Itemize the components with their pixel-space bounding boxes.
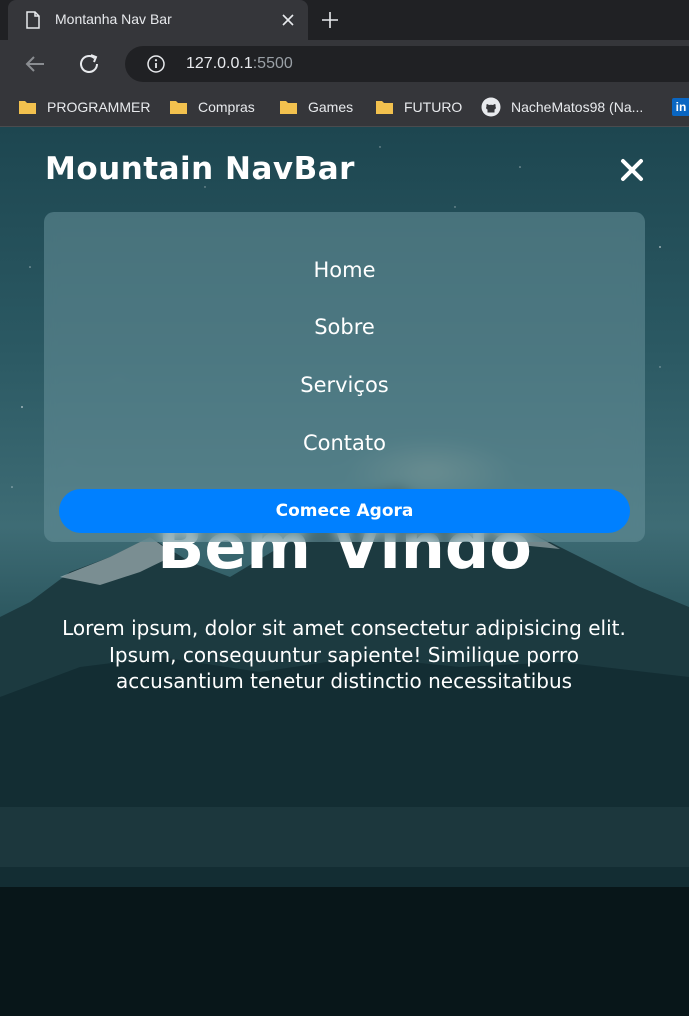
page-viewport: Mountain NavBar Bem Vindo Lorem ipsum, d… bbox=[0, 127, 689, 1016]
close-tab-icon[interactable] bbox=[281, 13, 295, 27]
bookmark-linkedin[interactable]: in bbox=[672, 97, 689, 117]
hero-text: Lorem ipsum, dolor sit amet consectetur … bbox=[44, 615, 644, 695]
linkedin-label: in bbox=[675, 100, 687, 114]
bookmark-games[interactable]: Games bbox=[279, 97, 353, 117]
bookmark-label: Games bbox=[308, 99, 354, 115]
folder-icon bbox=[19, 101, 36, 114]
bookmark-label: PROGRAMMER bbox=[47, 99, 151, 115]
folder-icon bbox=[170, 101, 187, 114]
bookmark-futuro[interactable]: FUTURO bbox=[375, 97, 462, 117]
browser-tab[interactable]: Montanha Nav Bar bbox=[8, 0, 308, 40]
bookmark-compras[interactable]: Compras bbox=[169, 97, 255, 117]
nav-item-home[interactable]: Home bbox=[44, 258, 645, 282]
browser-tabstrip: Montanha Nav Bar bbox=[0, 0, 689, 40]
bookmark-programmer[interactable]: PROGRAMMER bbox=[18, 97, 150, 117]
folder-icon bbox=[280, 101, 297, 114]
url-host: 127.0.0.1 bbox=[186, 55, 253, 72]
linkedin-icon: in bbox=[672, 98, 689, 116]
bookmark-github[interactable]: NacheMatos98 (Na... bbox=[481, 97, 643, 117]
hero-text-line-1: Lorem ipsum, dolor sit amet consectetur … bbox=[62, 616, 626, 640]
get-started-button[interactable]: Comece Agora bbox=[59, 489, 630, 533]
brand-logo[interactable]: Mountain NavBar bbox=[45, 151, 355, 187]
back-arrow-icon[interactable] bbox=[22, 52, 48, 76]
nav-item-contato[interactable]: Contato bbox=[44, 431, 645, 455]
bookmark-label: NacheMatos98 (Na... bbox=[511, 99, 644, 115]
nav-menu-panel: Home Sobre Serviços Contato Comece Agora bbox=[44, 212, 645, 542]
close-menu-icon[interactable] bbox=[619, 157, 645, 183]
url-port: :5500 bbox=[252, 55, 293, 72]
folder-icon bbox=[376, 101, 393, 114]
reload-icon[interactable] bbox=[77, 52, 103, 76]
url-text[interactable]: 127.0.0.1:5500 bbox=[186, 55, 293, 73]
bookmark-label: FUTURO bbox=[404, 99, 463, 115]
bookmark-label: Compras bbox=[198, 99, 255, 115]
document-icon bbox=[26, 11, 40, 29]
info-icon[interactable] bbox=[147, 55, 165, 73]
hero-text-line-2: Ipsum, consequuntur sapiente! Similique … bbox=[108, 642, 580, 694]
new-tab-icon[interactable] bbox=[320, 10, 340, 30]
tab-title: Montanha Nav Bar bbox=[55, 11, 172, 27]
address-bar[interactable]: 127.0.0.1:5500 bbox=[125, 46, 689, 82]
nav-item-sobre[interactable]: Sobre bbox=[44, 315, 645, 339]
nav-item-servicos[interactable]: Serviços bbox=[44, 373, 645, 397]
browser-toolbar: 127.0.0.1:5500 bbox=[0, 40, 689, 88]
github-icon bbox=[481, 97, 501, 117]
bookmarks-bar: PROGRAMMER Compras Games FUTURO NacheMat… bbox=[0, 88, 689, 127]
